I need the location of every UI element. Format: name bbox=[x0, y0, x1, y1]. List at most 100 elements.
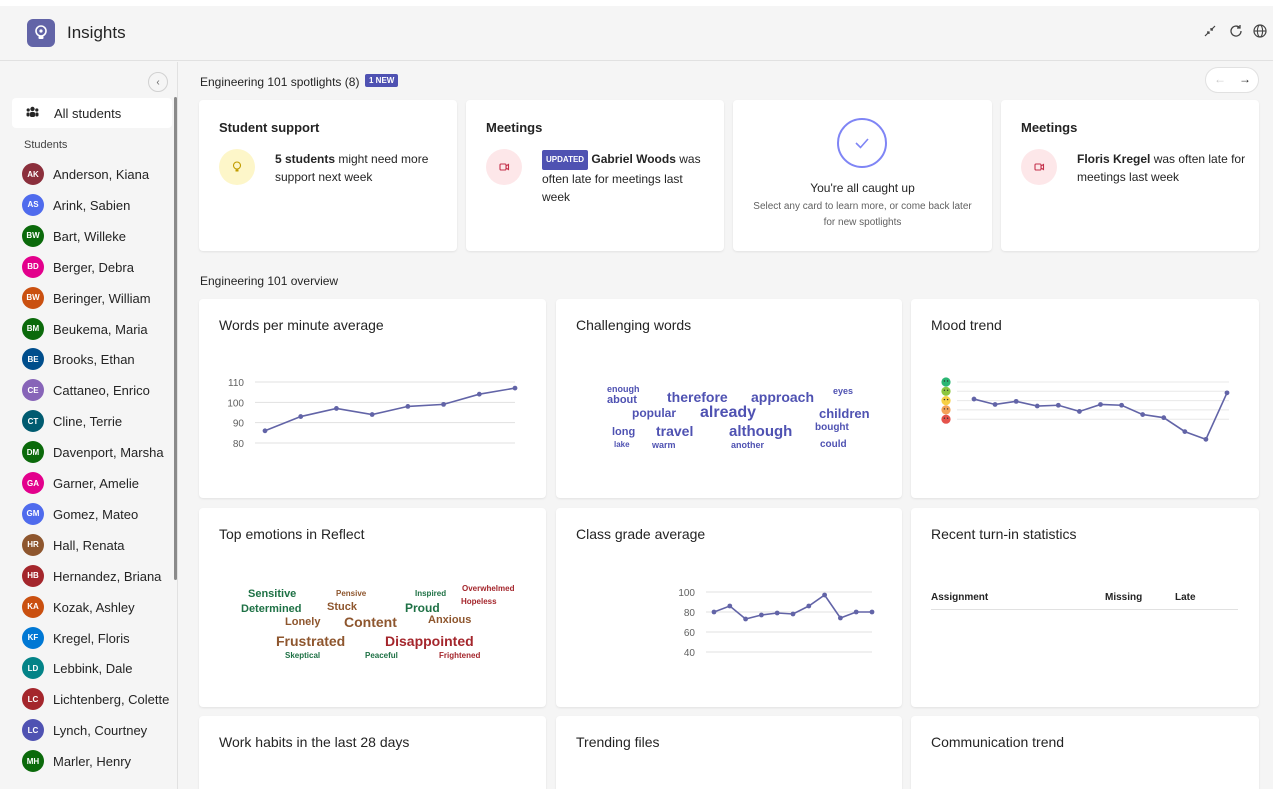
card-work-habits[interactable]: Work habits in the last 28 days bbox=[199, 716, 546, 789]
card-trending-files[interactable]: Trending files bbox=[556, 716, 902, 789]
student-row[interactable]: AK Anderson, Kiana bbox=[22, 163, 172, 187]
card-words-per-minute[interactable]: Words per minute average 80 90 100 110 bbox=[199, 299, 546, 498]
emotion-word: Content bbox=[344, 614, 397, 630]
data-point bbox=[1034, 403, 1040, 409]
avatar: LC bbox=[22, 719, 44, 742]
data-point bbox=[853, 609, 859, 615]
column-late: Late bbox=[1175, 592, 1196, 603]
data-point bbox=[1013, 398, 1019, 404]
student-name: Hall, Renata bbox=[53, 537, 125, 553]
student-row[interactable]: BM Beukema, Maria bbox=[22, 317, 172, 342]
sidebar-scrollbar[interactable] bbox=[174, 97, 177, 580]
student-row[interactable]: MH Marler, Henry bbox=[22, 750, 172, 774]
student-name: Arink, Sabien bbox=[53, 197, 131, 213]
all-students-label: All students bbox=[54, 106, 122, 121]
card-title: Top emotions in Reflect bbox=[219, 526, 365, 542]
arrow-left-icon[interactable]: ← bbox=[1208, 72, 1232, 86]
student-row[interactable]: BE Brooks, Ethan bbox=[22, 348, 172, 372]
card-communication-trend[interactable]: Communication trend bbox=[911, 716, 1259, 789]
avatar: BW bbox=[22, 224, 44, 247]
arrow-right-icon[interactable]: → bbox=[1233, 72, 1257, 86]
word-cloud-word: travel bbox=[656, 423, 694, 439]
data-point bbox=[298, 414, 304, 419]
collapse-arrows-icon[interactable] bbox=[1201, 22, 1219, 40]
card-top-emotions[interactable]: Top emotions in Reflect Sensitive Pensive… bbox=[199, 508, 546, 707]
mood-chart bbox=[941, 377, 1230, 442]
student-name: Lichtenberg, Colette bbox=[53, 692, 170, 708]
card-challenging-words[interactable]: Challenging words enough about therefore ap… bbox=[556, 299, 902, 498]
student-row[interactable]: CE Cattaneo, Enrico bbox=[22, 379, 172, 403]
emotion-word: Determined bbox=[241, 603, 302, 615]
word-cloud-word: bought bbox=[815, 422, 849, 433]
student-row[interactable]: LD Lebbink, Dale bbox=[22, 657, 172, 681]
avatar: MH bbox=[22, 750, 44, 773]
data-point bbox=[711, 609, 717, 615]
emotion-word: Anxious bbox=[428, 614, 472, 626]
card-title: Challenging words bbox=[576, 317, 692, 333]
mood-face-icon bbox=[941, 405, 951, 415]
sidebar-item-all-students[interactable]: All students bbox=[12, 98, 172, 128]
data-point bbox=[1203, 436, 1209, 442]
student-row[interactable]: HR Hall, Renata bbox=[22, 533, 172, 558]
mood-face-icon bbox=[941, 396, 951, 406]
word-cloud-word: lake bbox=[614, 440, 630, 449]
spotlight-card-meetings-gabriel[interactable]: Meetings UPDATED Gabriel Woods was often… bbox=[466, 100, 724, 251]
card-class-grade[interactable]: Class grade average 40 60 80 100 bbox=[556, 508, 902, 707]
data-point bbox=[992, 402, 998, 407]
chevron-left-icon[interactable]: ‹ bbox=[148, 72, 168, 92]
avatar: CT bbox=[22, 410, 44, 433]
student-row[interactable]: GM Gomez, Mateo bbox=[22, 502, 172, 527]
avatar: GA bbox=[22, 472, 44, 494]
caught-up-subtitle: Select any card to learn more, or come b… bbox=[753, 201, 972, 228]
y-tick-label: 80 bbox=[684, 608, 696, 619]
student-row[interactable]: HB Hernandez, Briana bbox=[22, 564, 172, 589]
column-missing: Missing bbox=[1105, 592, 1143, 603]
student-row[interactable]: KA Kozak, Ashley bbox=[22, 595, 172, 620]
student-row[interactable]: DM Davenport, Marsha bbox=[22, 441, 172, 465]
student-row[interactable]: KF Kregel, Floris bbox=[22, 626, 172, 651]
word-cloud-word: long bbox=[612, 426, 636, 438]
data-point bbox=[405, 404, 411, 409]
data-point bbox=[727, 603, 733, 609]
meeting-icon bbox=[1021, 149, 1057, 185]
student-row[interactable]: GA Garner, Amelie bbox=[22, 472, 172, 496]
student-name: Garner, Amelie bbox=[53, 476, 139, 491]
mood-face-eye bbox=[943, 408, 946, 410]
data-point bbox=[971, 396, 977, 402]
mood-face-eye bbox=[946, 417, 949, 419]
card-mood-trend[interactable]: Mood trend bbox=[911, 299, 1259, 498]
y-tick-label: 40 bbox=[684, 648, 696, 659]
refresh-icon[interactable] bbox=[1227, 22, 1245, 40]
student-name: Lebbink, Dale bbox=[53, 661, 133, 677]
emotion-word: Disappointed bbox=[385, 633, 474, 649]
word-cloud-word: therefore bbox=[667, 389, 728, 405]
student-row[interactable]: BD Berger, Debra bbox=[22, 255, 172, 280]
new-badge: 1 NEW bbox=[365, 74, 399, 87]
data-point bbox=[334, 406, 339, 411]
student-row[interactable]: LC Lichtenberg, Colette bbox=[22, 688, 172, 712]
mood-face-eye bbox=[946, 408, 949, 410]
student-row[interactable]: CT Cline, Terrie bbox=[22, 410, 172, 434]
y-tick-label: 100 bbox=[227, 398, 244, 409]
student-name: Bart, Willeke bbox=[53, 228, 126, 244]
student-row[interactable]: AS Arink, Sabien bbox=[22, 193, 172, 218]
data-point bbox=[476, 391, 482, 397]
spotlight-card-meetings-floris[interactable]: Meetings Floris Kregel was often late fo… bbox=[1001, 100, 1259, 251]
card-turn-in-statistics[interactable]: Recent turn-in statistics Assignment Mis… bbox=[911, 508, 1259, 707]
student-row[interactable]: BW Beringer, William bbox=[22, 286, 172, 311]
avatar: KF bbox=[22, 626, 44, 649]
word-cloud-word: about bbox=[607, 394, 637, 406]
student-row[interactable]: LC Lynch, Courtney bbox=[22, 719, 172, 743]
student-row[interactable]: BW Bart, Willeke bbox=[22, 224, 172, 249]
lightbulb-icon bbox=[219, 149, 255, 185]
word-cloud-word: popular bbox=[632, 406, 676, 420]
avatar: BM bbox=[22, 317, 44, 340]
emotion-word: Lonely bbox=[285, 616, 321, 628]
globe-icon[interactable] bbox=[1251, 22, 1269, 40]
spotlight-card-student-support[interactable]: Student support 5 students might need mo… bbox=[199, 100, 457, 251]
avatar: HR bbox=[22, 533, 44, 556]
mood-face-icon bbox=[941, 386, 951, 396]
student-name: Davenport, Marsha bbox=[53, 445, 164, 461]
mood-face-eye bbox=[946, 380, 949, 382]
card-title: Recent turn-in statistics bbox=[931, 526, 1077, 542]
